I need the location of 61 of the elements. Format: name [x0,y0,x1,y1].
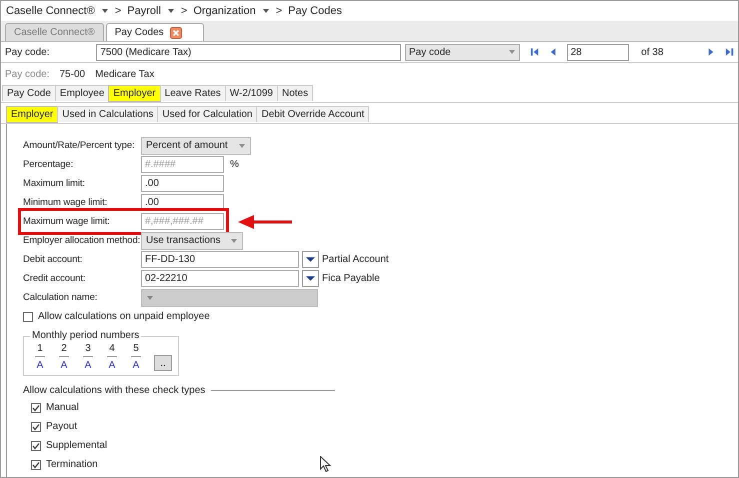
field-label: Debit account: [23,254,84,265]
field-label: Minimum wage limit: [23,197,108,208]
pay-code-name: Medicare Tax [95,69,154,82]
dropdown[interactable]: Use transactions [141,232,244,250]
field-label: Calculation name: [23,292,98,303]
period-number: 4 [107,343,117,357]
more-button[interactable]: .. [154,355,172,371]
breadcrumb-item[interactable]: Organization [193,5,256,17]
breadcrumb-separator: > [276,5,282,17]
unit-label: % [230,159,239,170]
period-value[interactable]: A [60,360,68,371]
record-count: of 38 [641,46,664,58]
period-number: 1 [35,343,45,357]
field-label: Employer allocation method: [23,235,141,246]
period-number: 5 [131,343,141,357]
breadcrumb-item[interactable]: Payroll [127,5,161,17]
checkbox-label: Termination [46,459,98,470]
breadcrumb-item[interactable]: Caselle Connect® [6,5,95,17]
checkbox-label: Supplemental [46,440,108,451]
period-value[interactable]: A [108,360,116,371]
tab[interactable]: Debit Override Account [256,106,370,122]
account-field[interactable]: 02-22210 [141,270,299,287]
group-title: Monthly period numbers [30,330,142,341]
checkbox-label: Manual [46,402,79,413]
checkbox-label: Payout [46,421,78,432]
field-label: Amount/Rate/Percent type: [23,140,136,151]
tab[interactable]: Pay Code [2,85,56,101]
field-label: Maximum limit: [23,178,86,189]
info-label: Pay code: [5,69,50,82]
checkbox-label: Allow calculations on unpaid employee [38,311,210,322]
field-label: Pay code: [5,46,50,58]
period-value[interactable]: A [84,360,92,371]
tab[interactable]: Employer [6,106,58,123]
text-field[interactable]: .00 [141,175,224,192]
field-label: Maximum wage limit: [23,216,111,227]
breadcrumb-separator: > [114,5,122,17]
pay-code-field[interactable]: 7500 (Medicare Tax) [96,44,402,60]
document-tab[interactable]: Pay Codes [106,23,204,41]
tab[interactable]: Employer [108,85,161,102]
period-number: 2 [59,343,69,357]
field-label: Credit account: [23,273,86,284]
account-description: Fica Payable [322,273,380,284]
search-by-dropdown[interactable]: Pay code [405,44,520,60]
account-field[interactable]: FF-DD-130 [141,251,299,268]
record-number-field[interactable]: 28 [566,44,630,60]
section-title: Allow calculations with these check types [23,384,206,396]
dropdown[interactable]: Percent of amount [141,136,251,154]
period-number: 3 [83,343,93,357]
tab[interactable]: Leave Rates [160,85,226,101]
period-value[interactable]: A [132,360,140,371]
tab[interactable]: Used in Calculations [57,106,158,122]
account-description: Partial Account [322,254,389,265]
tab[interactable]: Employee [54,85,110,101]
breadcrumb-separator: > [180,5,188,17]
period-value[interactable]: A [36,360,44,371]
pay-code-number: 75-00 [59,69,86,82]
tab[interactable]: Used for Calculation [157,106,258,122]
breadcrumb-item[interactable]: Pay Codes [288,5,342,17]
tab[interactable]: Notes [276,85,314,101]
tab[interactable]: W-2/1099 [224,85,278,101]
field-label: Percentage: [23,159,74,170]
